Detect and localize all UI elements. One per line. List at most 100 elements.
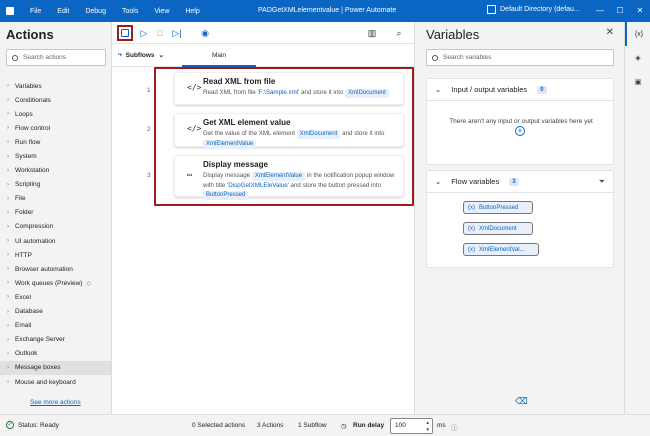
- action-read-xml[interactable]: </> Read XML from file Read XML from fil…: [174, 72, 404, 105]
- action-category-excel[interactable]: › Excel: [0, 290, 111, 304]
- action-display-message[interactable]: ▭ Display message Display message XmlEle…: [174, 155, 404, 200]
- action-category-system[interactable]: › System: [0, 149, 111, 163]
- section-title: Input / output variables: [451, 85, 528, 94]
- flow-variables-section: ⌄ Flow variables 3 ⏷ (x) ButtonPressed (x…: [426, 170, 614, 268]
- right-rail: {x} ◈ ▣: [624, 22, 650, 414]
- io-variables-header[interactable]: ⌄ Input / output variables 0: [427, 79, 613, 101]
- menu-edit[interactable]: Edit: [49, 8, 77, 15]
- section-title: Flow variables: [451, 177, 500, 186]
- close-icon[interactable]: ✕: [606, 27, 614, 38]
- action-category-compression[interactable]: › Compression: [0, 220, 111, 234]
- variable-icon: (x): [468, 225, 475, 232]
- flow-toolbar: ▷ □ ▷| ◉ ▥ ⌕: [112, 22, 414, 44]
- action-category-outlook[interactable]: › Outlook: [0, 347, 111, 361]
- action-category-folder[interactable]: › Folder: [0, 206, 111, 220]
- category-label: Outlook: [15, 350, 38, 358]
- run-button[interactable]: ▷: [136, 25, 152, 41]
- chevron-right-icon: ›: [7, 322, 9, 329]
- play-icon: ▷: [140, 27, 148, 38]
- chevron-right-icon: ›: [7, 111, 9, 118]
- action-category-exchange-server[interactable]: › Exchange Server: [0, 333, 111, 347]
- chevron-right-icon: ›: [7, 294, 9, 301]
- action-category-browser-automation[interactable]: › Browser automation: [0, 262, 111, 276]
- action-category-run-flow[interactable]: › Run flow: [0, 135, 111, 149]
- variables-icon[interactable]: {x}: [625, 22, 650, 46]
- chevron-right-icon: ›: [7, 125, 9, 132]
- action-category-variables[interactable]: › Variables: [0, 79, 111, 93]
- run-next-action-button[interactable]: ▷|: [169, 25, 185, 41]
- action-category-work-queues[interactable]: › Work queues (Preview) ◇: [0, 276, 111, 290]
- count-badge: 0: [537, 85, 547, 94]
- run-delay-unit: ms: [437, 422, 446, 429]
- action-get-xml-element-value[interactable]: </> Get XML element value Get the value …: [174, 113, 404, 149]
- subflows-dropdown[interactable]: ⤷ Subflows ⌄: [118, 51, 164, 59]
- subflows-label: Subflows: [125, 51, 155, 59]
- action-category-file[interactable]: › File: [0, 192, 111, 206]
- see-more-actions-link[interactable]: See more actions: [30, 399, 81, 406]
- flow-variables-header[interactable]: ⌄ Flow variables 3: [427, 171, 613, 193]
- stop-button[interactable]: □: [152, 25, 168, 41]
- action-category-flow-control[interactable]: › Flow control: [0, 121, 111, 135]
- action-category-mouse-keyboard[interactable]: › Mouse and keyboard: [0, 375, 111, 389]
- desc-text: and store it into: [299, 89, 346, 96]
- action-category-email[interactable]: › Email: [0, 319, 111, 333]
- actions-search-input[interactable]: Search actions: [6, 49, 106, 66]
- action-description: Display message XmlElementValue in the n…: [203, 171, 401, 200]
- action-category-database[interactable]: › Database: [0, 305, 111, 319]
- chevron-right-icon: ›: [7, 364, 9, 371]
- help-icon[interactable]: ⓘ: [451, 422, 458, 432]
- action-category-conditionals[interactable]: › Conditionals: [0, 93, 111, 107]
- save-button[interactable]: [117, 25, 133, 41]
- variable-name: XmlElementVal...: [479, 246, 525, 253]
- menu-file[interactable]: File: [22, 8, 49, 15]
- directory-selector[interactable]: Default Directory (defau...: [487, 5, 580, 14]
- premium-diamond-icon: ◇: [86, 280, 92, 287]
- variable-chip: ButtonPressed: [203, 191, 249, 200]
- close-window-icon[interactable]: ✕: [630, 0, 650, 22]
- xml-code-icon: </>: [187, 83, 202, 92]
- desc-text: Read XML from file: [203, 89, 258, 96]
- spinner-icon[interactable]: ▲ ▼: [426, 419, 430, 433]
- flow-variable-chip[interactable]: (x) ButtonPressed: [463, 201, 533, 214]
- add-variable-icon[interactable]: +: [515, 126, 525, 136]
- category-label: Exchange Server: [15, 336, 65, 344]
- minimize-icon[interactable]: —: [590, 0, 610, 22]
- chevron-right-icon: ›: [7, 195, 9, 202]
- status-text: Status: Ready: [18, 421, 59, 429]
- record-button[interactable]: ◉: [197, 25, 213, 41]
- flow-variable-chip[interactable]: (x) XmlDocument: [463, 222, 533, 235]
- chevron-right-icon: ›: [7, 223, 9, 230]
- action-category-message-boxes[interactable]: › Message boxes: [0, 360, 111, 375]
- desc-text: Get the value of the XML element: [203, 130, 297, 137]
- menu-view[interactable]: View: [146, 8, 177, 15]
- flow-variable-chip[interactable]: (x) XmlElementVal...: [463, 243, 539, 256]
- run-delay-input[interactable]: 100 ▲ ▼: [390, 418, 433, 434]
- layers-icon[interactable]: ◈: [625, 46, 650, 70]
- tab-main[interactable]: Main: [182, 45, 256, 67]
- action-category-ui-automation[interactable]: › UI automation: [0, 234, 111, 248]
- action-category-scripting[interactable]: › Scripting: [0, 178, 111, 192]
- action-category-loops[interactable]: › Loops: [0, 107, 111, 121]
- eraser-icon[interactable]: ⌫: [515, 396, 528, 407]
- category-label: Scripting: [15, 181, 41, 189]
- find-button[interactable]: ⌕: [391, 25, 407, 41]
- variables-search-input[interactable]: Search variables: [426, 49, 614, 66]
- menu-help[interactable]: Help: [177, 8, 207, 15]
- category-label: UI automation: [15, 237, 56, 245]
- filter-icon[interactable]: ⏷: [599, 177, 605, 187]
- action-description: Get the value of the XML element XmlDocu…: [203, 129, 401, 149]
- action-title: Get XML element value: [203, 118, 291, 127]
- chevron-right-icon: ›: [7, 181, 9, 188]
- chevron-right-icon: ›: [7, 280, 9, 287]
- variable-chip: XmlDocument: [345, 89, 389, 98]
- web-recorder-button[interactable]: ▥: [364, 25, 380, 41]
- images-icon[interactable]: ▣: [625, 70, 650, 94]
- action-category-workstation[interactable]: › Workstation: [0, 164, 111, 178]
- menu-bar: File Edit Debug Tools View Help: [22, 8, 208, 15]
- menu-tools[interactable]: Tools: [114, 8, 146, 15]
- variable-name: ButtonPressed: [479, 204, 519, 211]
- maximize-icon[interactable]: ☐: [610, 0, 630, 22]
- menu-debug[interactable]: Debug: [77, 8, 114, 15]
- action-category-http[interactable]: › HTTP: [0, 248, 111, 262]
- chevron-right-icon: ›: [7, 238, 9, 245]
